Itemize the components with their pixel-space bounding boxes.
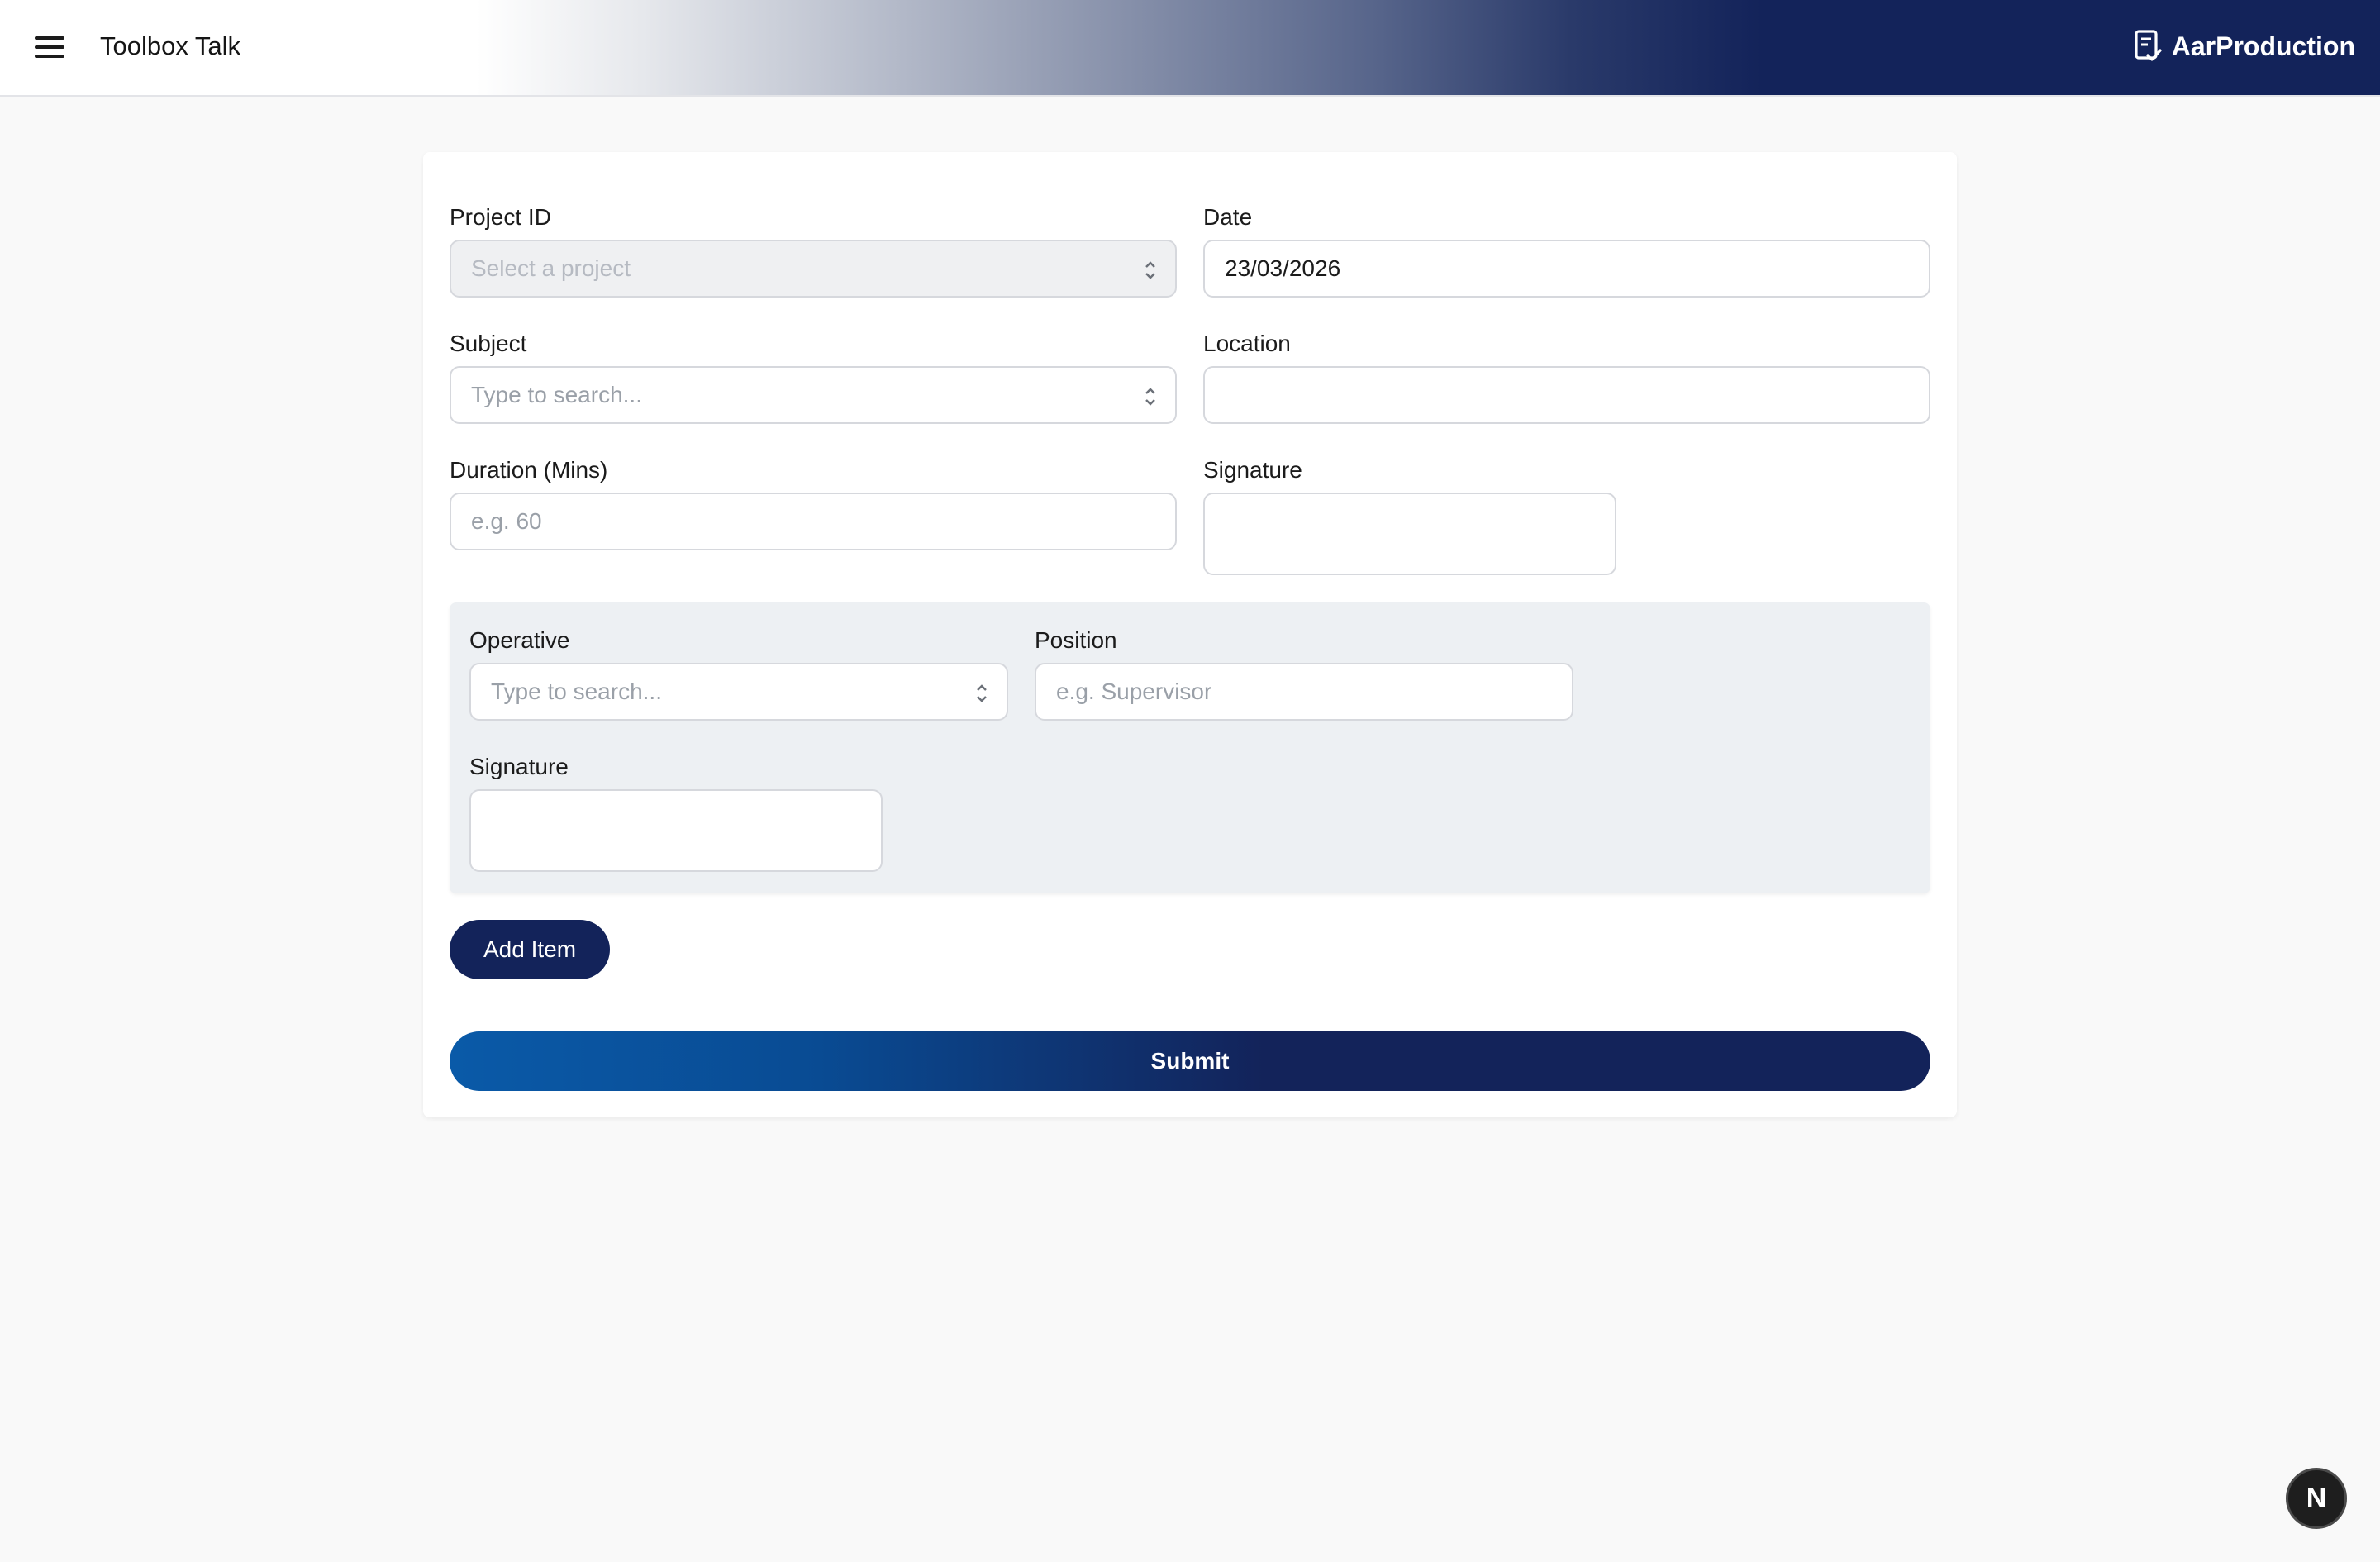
add-item-button[interactable]: Add Item bbox=[450, 920, 610, 979]
top-app-bar: Toolbox Talk AarProduction bbox=[0, 0, 2380, 97]
operative-label: Operative bbox=[469, 627, 570, 653]
operative-signature-pad[interactable] bbox=[469, 789, 883, 872]
location-label: Location bbox=[1203, 331, 1291, 356]
date-input[interactable]: 23/03/2026 bbox=[1203, 240, 1930, 298]
menu-icon[interactable] bbox=[33, 33, 66, 61]
chevron-up-down-icon bbox=[1145, 261, 1155, 279]
subject-placeholder: Type to search... bbox=[471, 382, 642, 407]
position-label: Position bbox=[1035, 627, 1117, 653]
toolbox-talk-form: Project ID Select a project Date 23/03/2… bbox=[423, 152, 1957, 1117]
subject-combobox[interactable]: Type to search... bbox=[450, 366, 1177, 424]
operative-item-panel: Operative Type to search... Position e.g… bbox=[450, 602, 1930, 893]
position-placeholder: e.g. Supervisor bbox=[1056, 679, 1212, 704]
location-input[interactable] bbox=[1203, 366, 1930, 424]
submit-button[interactable]: Submit bbox=[450, 1031, 1930, 1091]
brand-name: AarProduction bbox=[2171, 31, 2355, 61]
dev-tools-badge[interactable]: N bbox=[2286, 1468, 2347, 1529]
subject-label: Subject bbox=[450, 331, 527, 356]
project-select-placeholder: Select a project bbox=[471, 255, 631, 281]
chevron-up-down-icon bbox=[1145, 388, 1155, 406]
clipboard-check-icon bbox=[2135, 30, 2162, 61]
signature-label: Signature bbox=[1203, 457, 1302, 483]
chevron-up-down-icon bbox=[977, 684, 987, 702]
operative-placeholder: Type to search... bbox=[491, 679, 662, 704]
duration-placeholder: e.g. 60 bbox=[471, 508, 542, 534]
project-select[interactable]: Select a project bbox=[450, 240, 1177, 298]
operative-combobox[interactable]: Type to search... bbox=[469, 663, 1008, 721]
date-label: Date bbox=[1203, 204, 1253, 230]
signature-pad[interactable] bbox=[1203, 493, 1616, 575]
date-value: 23/03/2026 bbox=[1225, 255, 1341, 281]
duration-label: Duration (Mins) bbox=[450, 457, 608, 483]
duration-input[interactable]: e.g. 60 bbox=[450, 493, 1177, 550]
position-input[interactable]: e.g. Supervisor bbox=[1035, 663, 1573, 721]
operative-signature-label: Signature bbox=[469, 754, 569, 779]
page-title: Toolbox Talk bbox=[100, 31, 241, 60]
project-id-label: Project ID bbox=[450, 204, 551, 230]
brand: AarProduction bbox=[2132, 28, 2355, 64]
